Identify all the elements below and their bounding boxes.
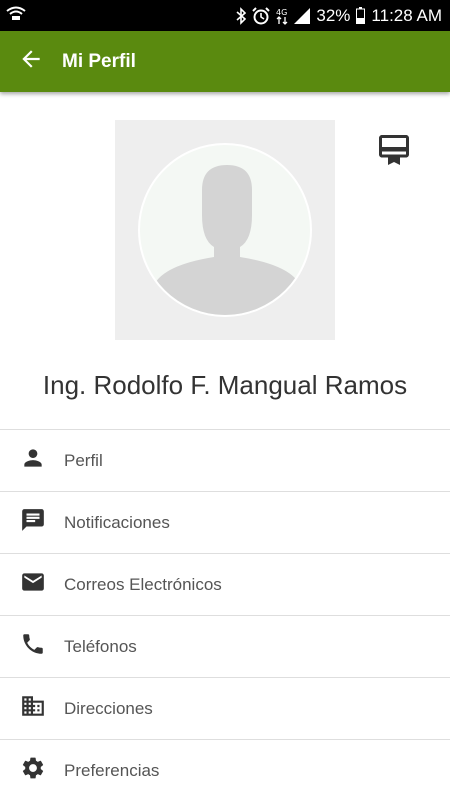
menu-item-notificaciones[interactable]: Notificaciones	[0, 491, 450, 553]
signal-icon	[294, 7, 311, 24]
person-silhouette-icon	[154, 165, 300, 315]
avatar	[138, 143, 312, 317]
menu-item-label: Preferencias	[64, 760, 160, 780]
card-membership-icon	[376, 135, 412, 172]
menu-item-label: Teléfonos	[64, 636, 137, 656]
id-card-button[interactable]	[376, 132, 412, 168]
menu-item-label: Correos Electrónicos	[64, 574, 222, 594]
person-icon	[20, 445, 46, 476]
menu-item-label: Perfil	[64, 450, 103, 470]
profile-menu: Perfil Notificaciones Correos Electrónic…	[0, 429, 450, 801]
back-button[interactable]	[0, 31, 62, 92]
data-network-icon: 4G	[276, 7, 288, 25]
battery-icon	[356, 7, 366, 24]
mail-icon	[20, 569, 46, 600]
menu-item-label: Notificaciones	[64, 512, 170, 532]
menu-item-perfil[interactable]: Perfil	[0, 429, 450, 491]
menu-item-direcciones[interactable]: Direcciones	[0, 677, 450, 739]
page-title: Mi Perfil	[62, 50, 136, 72]
svg-text:4G: 4G	[276, 8, 287, 17]
user-name: Ing. Rodolfo F. Mangual Ramos	[42, 370, 408, 400]
phone-icon	[20, 631, 46, 662]
gear-icon	[20, 755, 46, 786]
menu-item-telefonos[interactable]: Teléfonos	[0, 615, 450, 677]
arrow-back-icon	[18, 46, 44, 77]
building-icon	[20, 693, 46, 724]
wifi-calling-icon	[6, 5, 26, 26]
clock: 11:28 AM	[371, 5, 442, 25]
bluetooth-icon	[236, 6, 247, 25]
chat-icon	[20, 507, 46, 538]
status-bar: 4G 32% 11:28 AM	[0, 0, 450, 31]
menu-item-correos[interactable]: Correos Electrónicos	[0, 553, 450, 615]
alarm-icon	[252, 6, 271, 25]
battery-text: 32%	[316, 5, 351, 25]
profile-photo[interactable]	[115, 120, 335, 340]
menu-item-label: Direcciones	[64, 698, 153, 718]
menu-item-preferencias[interactable]: Preferencias	[0, 739, 450, 801]
app-bar: Mi Perfil	[0, 31, 450, 92]
